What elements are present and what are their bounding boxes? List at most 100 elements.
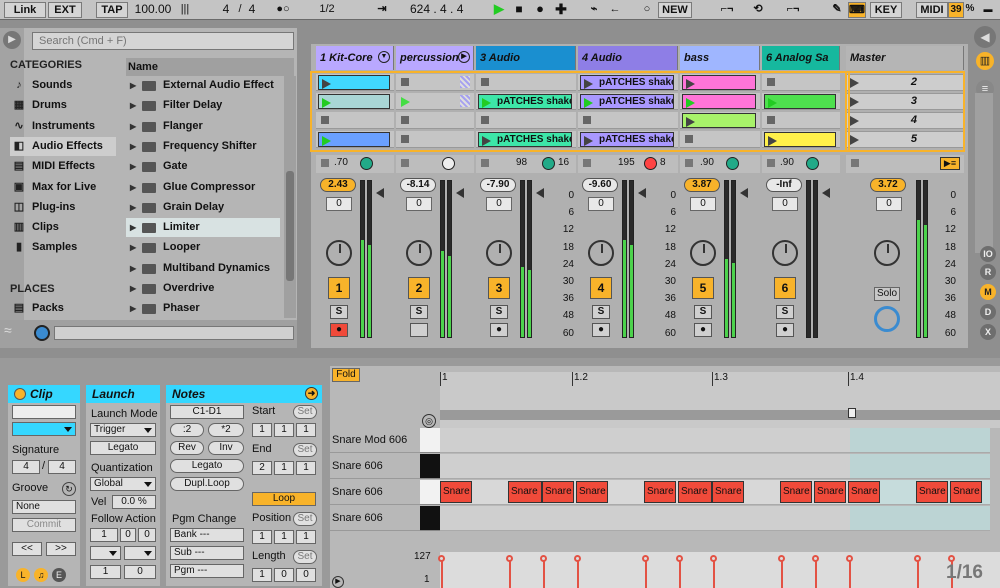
- clip-launch-icon[interactable]: [584, 79, 593, 89]
- loop-button[interactable]: Loop: [252, 492, 316, 506]
- midi-note[interactable]: Snare: [916, 481, 948, 503]
- velocity-stem[interactable]: [781, 559, 783, 588]
- track-pan-knob[interactable]: [772, 240, 798, 266]
- clip[interactable]: [682, 94, 756, 109]
- quantization-dropdown[interactable]: Global: [90, 477, 156, 491]
- clip-slot[interactable]: [476, 112, 576, 129]
- clip-stop-icon[interactable]: [401, 78, 409, 86]
- envelopes-panel-toggle-icon[interactable]: E: [52, 568, 66, 582]
- clip[interactable]: [764, 132, 836, 147]
- expand-icon[interactable]: ▶: [130, 157, 136, 176]
- launch-legato-button[interactable]: Legato: [90, 441, 156, 455]
- velocity-handle[interactable]: [438, 555, 445, 562]
- velocity-field[interactable]: 0.0 %: [112, 495, 156, 509]
- start-beats-field[interactable]: 1: [274, 423, 294, 437]
- clip-stop-icon[interactable]: [401, 135, 409, 143]
- track-pan-value[interactable]: 0: [486, 197, 512, 211]
- tempo-field[interactable]: 100.00: [130, 2, 176, 18]
- returns-icon[interactable]: R: [980, 264, 996, 280]
- track-send-knob[interactable]: [442, 157, 455, 170]
- track-header[interactable]: 4 Audio: [578, 46, 678, 70]
- velocity-handle[interactable]: [778, 555, 785, 562]
- sub-bank-field[interactable]: Sub ---: [170, 546, 244, 560]
- position-beats-field[interactable]: 1: [274, 530, 294, 544]
- browser-item[interactable]: ▶ Filter Delay: [126, 96, 280, 115]
- note-row-label[interactable]: Snare 606: [330, 506, 420, 531]
- clip-launch-icon[interactable]: [482, 98, 491, 108]
- browser-item[interactable]: ▶ Gate: [126, 157, 280, 176]
- category-item[interactable]: ▮ Samples: [10, 238, 116, 257]
- expand-icon[interactable]: ▶: [130, 137, 136, 156]
- track-stop-icon[interactable]: [583, 159, 591, 167]
- solo-button[interactable]: S: [694, 305, 712, 319]
- track-volume[interactable]: 3.87: [684, 178, 720, 192]
- velocity-stem[interactable]: [509, 559, 511, 588]
- clip-stop-icon[interactable]: [321, 116, 329, 124]
- clip[interactable]: [682, 75, 756, 90]
- arm-button[interactable]: ●: [330, 323, 348, 337]
- master-pan-value[interactable]: 0: [876, 197, 902, 211]
- end-bars-field[interactable]: 2: [252, 461, 272, 475]
- punch-in-icon[interactable]: ⌐¬: [712, 2, 742, 18]
- track-stop-icon[interactable]: [401, 159, 409, 167]
- midi-note[interactable]: Snare: [780, 481, 812, 503]
- track-pan-value[interactable]: 0: [690, 197, 716, 211]
- track-header[interactable]: 6 Analog Sa: [762, 46, 840, 70]
- note-lane[interactable]: [440, 428, 850, 453]
- clip[interactable]: pATCHES shake: [478, 94, 572, 109]
- track-stop-icon[interactable]: [767, 159, 775, 167]
- track-stop-icon[interactable]: [481, 159, 489, 167]
- loop-end-marker[interactable]: [848, 408, 856, 418]
- delay-icon[interactable]: D: [980, 304, 996, 320]
- clip-launch-icon[interactable]: [322, 79, 331, 89]
- browser-scrollbar[interactable]: [284, 76, 296, 318]
- track-send-knob[interactable]: [360, 157, 373, 170]
- track-pan-knob[interactable]: [690, 240, 716, 266]
- arm-button[interactable]: ●: [776, 323, 794, 337]
- browser-item[interactable]: ▶ Overdrive: [126, 279, 280, 298]
- velocity-stem[interactable]: [577, 559, 579, 588]
- clip-launch-icon[interactable]: [322, 136, 331, 146]
- clip-stop-icon[interactable]: [583, 116, 591, 124]
- track-header[interactable]: bass: [680, 46, 760, 70]
- track-volume[interactable]: -9.60: [582, 178, 618, 192]
- master-pan-knob[interactable]: [874, 240, 900, 266]
- browser-item[interactable]: ▶ External Audio Effect: [126, 76, 280, 95]
- track-pan-knob[interactable]: [486, 240, 512, 266]
- category-item[interactable]: ▣ Max for Live: [10, 178, 116, 197]
- clip-launch-icon[interactable]: [686, 98, 695, 108]
- velocity-handle[interactable]: [540, 555, 547, 562]
- track-fold-icon[interactable]: ▶: [458, 51, 470, 63]
- track-volume[interactable]: -7.90: [480, 178, 516, 192]
- volume-fader-handle[interactable]: [376, 188, 384, 198]
- clip-launch-icon[interactable]: [482, 136, 491, 146]
- clip[interactable]: pATCHES shake: [478, 132, 572, 147]
- link-button[interactable]: Link: [4, 2, 46, 18]
- piano-key[interactable]: [420, 454, 440, 479]
- track-activator[interactable]: 5: [692, 277, 714, 299]
- midi-note[interactable]: Snare: [814, 481, 846, 503]
- grid-resolution[interactable]: 1/16: [946, 562, 983, 584]
- clip-activator-icon[interactable]: [14, 388, 26, 400]
- velocity-stem[interactable]: [713, 559, 715, 588]
- position-sixteenths-field[interactable]: 1: [296, 530, 316, 544]
- stop-all-clips-icon[interactable]: [851, 159, 859, 167]
- volume-fader-handle[interactable]: [822, 188, 830, 198]
- velocity-stem[interactable]: [679, 559, 681, 588]
- browser-item[interactable]: ▶ Grain Delay: [126, 198, 280, 217]
- track-pan-knob[interactable]: [588, 240, 614, 266]
- velocity-handle[interactable]: [812, 555, 819, 562]
- volume-fader-handle[interactable]: [536, 188, 544, 198]
- scene-launch-icon[interactable]: [850, 78, 859, 88]
- velocity-handle[interactable]: [676, 555, 683, 562]
- follow-action-time-beats[interactable]: 0: [120, 528, 136, 542]
- computer-keyboard-icon[interactable]: ⌨: [848, 2, 866, 18]
- start-sixteenths-field[interactable]: 1: [296, 423, 316, 437]
- position-bars-field[interactable]: 1: [252, 530, 272, 544]
- clip-slot[interactable]: [476, 74, 576, 91]
- browser-item[interactable]: ▶ Multiband Dynamics: [126, 259, 280, 278]
- expand-icon[interactable]: ▶: [130, 299, 136, 318]
- velocity-stem[interactable]: [849, 559, 851, 588]
- velocity-lane-play-icon[interactable]: ▶: [332, 576, 344, 588]
- piano-key[interactable]: [420, 480, 440, 505]
